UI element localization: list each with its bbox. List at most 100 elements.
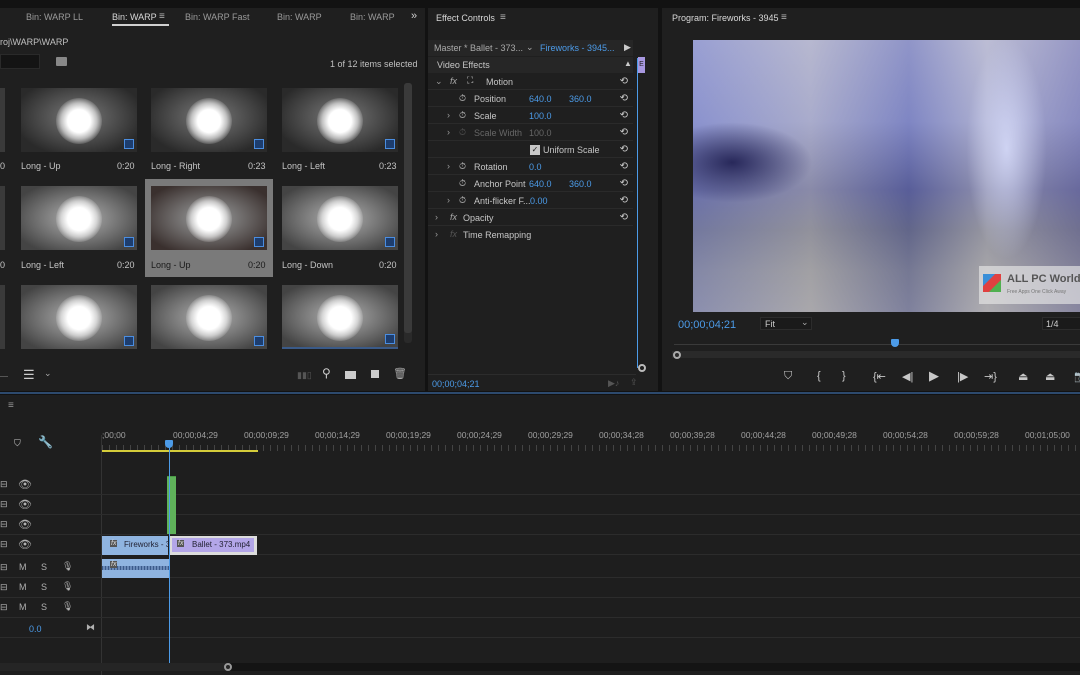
scrub-bar[interactable]: [672, 351, 1080, 358]
tab-bin-warp-fast[interactable]: Bin: WARP Fast: [185, 12, 250, 22]
position-y-value[interactable]: 360.0: [569, 94, 592, 104]
scrollbar-handle[interactable]: [224, 663, 232, 671]
eye-icon[interactable]: 👁: [18, 538, 32, 551]
clip-thumbnail[interactable]: [21, 285, 137, 349]
playhead[interactable]: [891, 339, 900, 347]
ec-timecode[interactable]: 00;00;04;21: [432, 379, 480, 389]
fx-icon[interactable]: fx: [450, 212, 457, 222]
go-to-out-icon[interactable]: ⇥}: [984, 370, 997, 383]
sync-lock-icon[interactable]: ⊟: [0, 539, 8, 550]
zoom-handle[interactable]: [673, 351, 681, 359]
microphone-icon[interactable]: 🎙: [62, 561, 73, 572]
reset-icon[interactable]: ⟲: [620, 212, 628, 223]
fx-icon[interactable]: fx: [450, 76, 457, 86]
reset-icon[interactable]: ⟲: [620, 76, 628, 87]
extract-icon[interactable]: ⏏: [1045, 370, 1055, 383]
search-input[interactable]: [0, 54, 40, 69]
chevron-down-icon[interactable]: ⌄: [435, 76, 443, 87]
tab-bin-warp[interactable]: Bin: WARP: [112, 12, 169, 26]
solo-button[interactable]: S: [41, 602, 47, 612]
trash-icon[interactable]: 🗑: [393, 367, 407, 380]
reset-icon[interactable]: ⟲: [620, 161, 628, 172]
mute-button[interactable]: M: [19, 582, 27, 592]
show-timeline-icon[interactable]: ▶: [624, 42, 631, 53]
reset-icon[interactable]: ⟲: [620, 144, 628, 155]
sort-dropdown-icon[interactable]: ⌄: [44, 368, 52, 379]
chevron-right-icon[interactable]: ›: [447, 110, 450, 120]
chevron-right-icon[interactable]: ›: [447, 195, 450, 205]
sync-lock-icon[interactable]: ⊟: [0, 582, 8, 593]
time-ruler[interactable]: [674, 344, 1080, 345]
resolution-select[interactable]: 1/4: [1042, 317, 1080, 330]
mark-in-icon[interactable]: {: [817, 370, 821, 382]
tabs-overflow-icon[interactable]: »: [411, 10, 417, 22]
audio-track-a2[interactable]: ⊟ M S 🎙: [0, 578, 1080, 598]
tab-bin-warp-ll[interactable]: Bin: WARP LL: [26, 12, 83, 22]
collapse-icon[interactable]: ▲: [624, 59, 632, 68]
stopwatch-icon[interactable]: ⏱: [459, 161, 466, 172]
work-area-bar[interactable]: [102, 450, 258, 452]
add-marker-icon[interactable]: ⛉: [14, 438, 21, 449]
wrench-icon[interactable]: 🔧: [38, 435, 53, 449]
new-bin-icon[interactable]: [345, 371, 356, 379]
reset-icon[interactable]: ⟲: [620, 195, 628, 206]
panel-menu-icon[interactable]: ≡: [500, 12, 506, 23]
solo-button[interactable]: S: [41, 582, 47, 592]
go-to-in-icon[interactable]: {⇤: [873, 370, 886, 383]
anchor-x-value[interactable]: 640.0: [529, 179, 552, 189]
find-icon[interactable]: ⚲: [322, 366, 331, 380]
chevron-right-icon[interactable]: ›: [447, 161, 450, 171]
play-icon[interactable]: ▶: [929, 368, 939, 384]
anchor-y-value[interactable]: 360.0: [569, 179, 592, 189]
reset-icon[interactable]: ⟲: [620, 127, 628, 138]
export-icon[interactable]: ⇪: [630, 377, 638, 388]
vertical-scrollbar[interactable]: [404, 83, 412, 343]
chevron-down-icon[interactable]: ⌄: [526, 42, 534, 53]
rotation-value[interactable]: 0.0: [529, 162, 542, 172]
eye-icon[interactable]: 👁: [18, 498, 32, 511]
snap-icon[interactable]: ⧓: [86, 622, 95, 633]
zoom-slider[interactable]: [0, 376, 8, 377]
program-timecode[interactable]: 00;00;04;21: [678, 319, 736, 331]
transform-icon[interactable]: ⛶: [467, 75, 473, 86]
panel-menu-icon[interactable]: ≡: [159, 11, 165, 22]
play-audio-icon[interactable]: ▶♪: [608, 378, 619, 389]
timeline-clip-fireworks[interactable]: fx Fireworks - 3: [102, 536, 170, 555]
sync-lock-icon[interactable]: ⊟: [0, 499, 8, 510]
automate-to-sequence-icon[interactable]: ▮▮▯: [297, 370, 312, 381]
sync-lock-icon[interactable]: ⊟: [0, 479, 8, 490]
microphone-icon[interactable]: 🎙: [62, 581, 73, 592]
clip-thumbnail[interactable]: [151, 285, 267, 349]
microphone-icon[interactable]: 🎙: [62, 601, 73, 612]
chevron-right-icon[interactable]: ›: [435, 212, 438, 222]
reset-icon[interactable]: ⟲: [620, 93, 628, 104]
stopwatch-icon[interactable]: ⏱: [459, 110, 466, 121]
video-track-v2[interactable]: ⊟ 👁: [0, 515, 1080, 535]
mute-button[interactable]: M: [19, 602, 27, 612]
audio-track-a3[interactable]: ⊟ M S 🎙: [0, 598, 1080, 618]
zoom-select[interactable]: Fit ⌄: [760, 317, 812, 330]
master-clip-label[interactable]: Master * Ballet - 373...: [434, 43, 523, 53]
uniform-scale-checkbox[interactable]: ✓: [530, 145, 540, 155]
anti-flicker-value[interactable]: 0.00: [530, 196, 548, 206]
eye-icon[interactable]: 👁: [18, 518, 32, 531]
reset-icon[interactable]: ⟲: [620, 178, 628, 189]
clip-thumbnail[interactable]: [282, 285, 398, 349]
scale-value[interactable]: 100.0: [529, 111, 552, 121]
video-track-v3[interactable]: ⊟ 👁: [0, 495, 1080, 515]
panel-menu-icon[interactable]: ≡: [781, 12, 787, 23]
eye-icon[interactable]: 👁: [18, 478, 32, 491]
video-track-v4[interactable]: ⊟ 👁: [0, 475, 1080, 495]
position-x-value[interactable]: 640.0: [529, 94, 552, 104]
reset-icon[interactable]: ⟲: [620, 110, 628, 121]
solo-button[interactable]: S: [41, 562, 47, 572]
tab-bin-warp-3[interactable]: Bin: WARP: [350, 12, 395, 22]
stopwatch-icon[interactable]: ⏱: [459, 178, 466, 189]
lift-icon[interactable]: ⏏: [1018, 370, 1028, 383]
find-folder-icon[interactable]: [56, 57, 67, 66]
sync-lock-icon[interactable]: ⊟: [0, 562, 8, 573]
mark-out-icon[interactable]: }: [842, 370, 846, 382]
mute-button[interactable]: M: [19, 562, 27, 572]
list-view-icon[interactable]: ☰: [23, 367, 35, 383]
video-preview[interactable]: ALL PC World Free Apps One Click Away: [693, 40, 1080, 312]
